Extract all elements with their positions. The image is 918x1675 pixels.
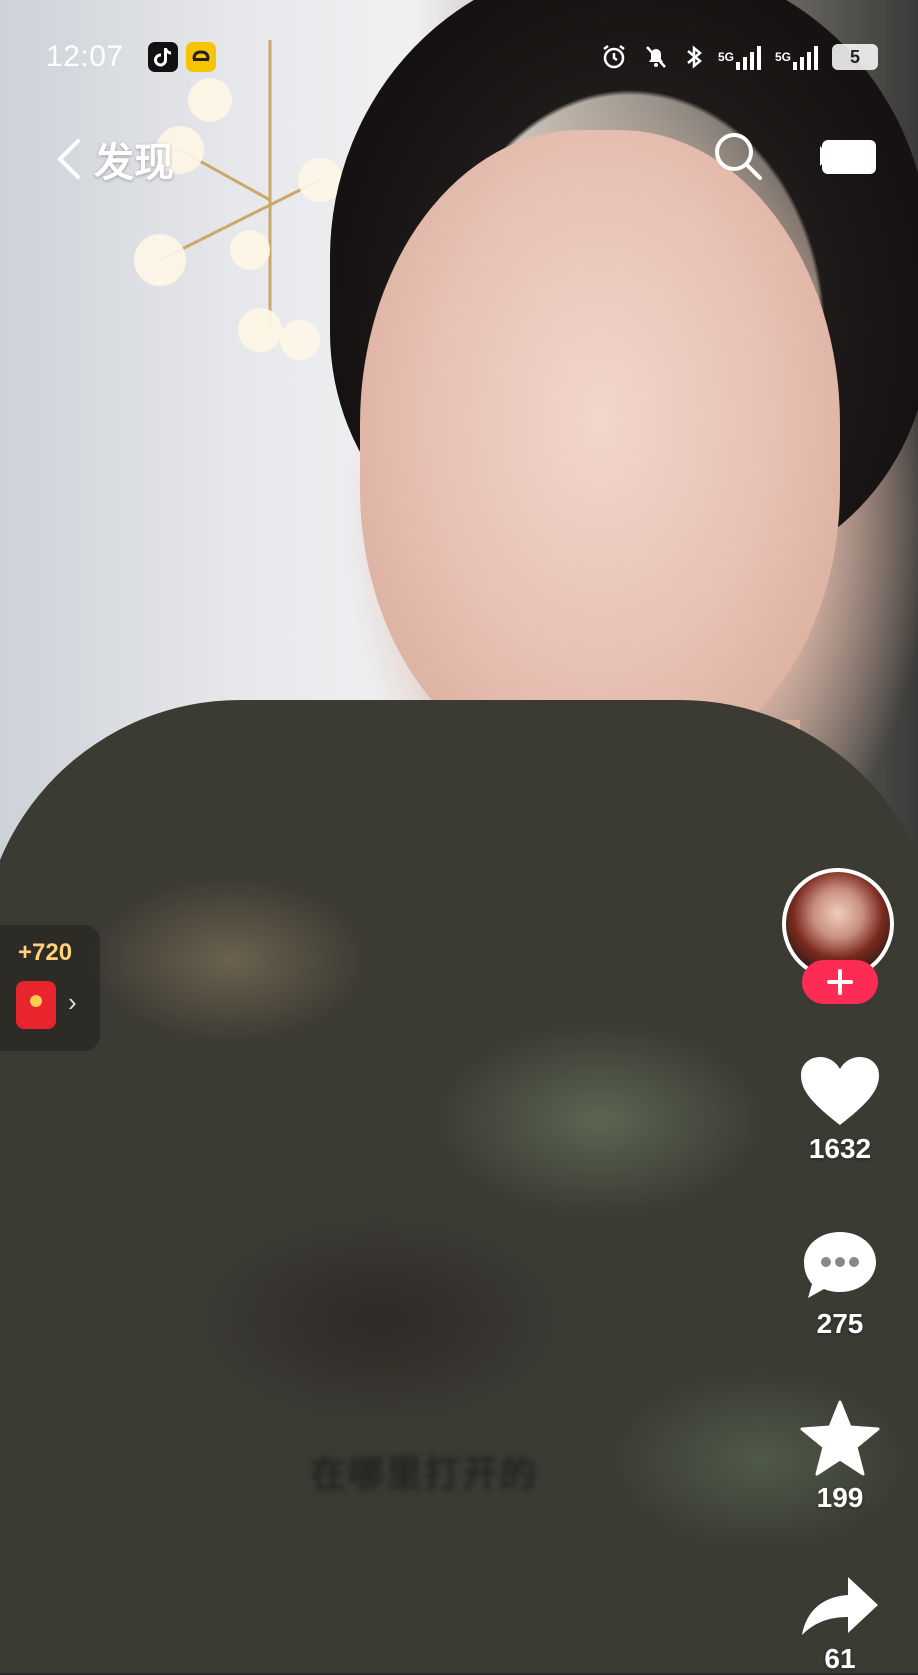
status-time: 12:07 — [46, 40, 124, 73]
creator-avatar[interactable] — [782, 868, 898, 1008]
back-button[interactable]: 发现 — [54, 130, 174, 188]
page-title: 发现 — [94, 141, 174, 185]
comment-count: 275 — [816, 1308, 864, 1339]
signal-icon-1: 5G — [718, 42, 761, 72]
share-count: 61 — [824, 1643, 856, 1674]
signal-icon-2: 5G — [775, 42, 818, 72]
comment-button[interactable]: 275 — [780, 1228, 900, 1340]
like-count: 1632 — [808, 1133, 872, 1164]
favorite-button[interactable]: 199 — [780, 1400, 900, 1514]
person-face — [360, 130, 840, 770]
bluetooth-icon — [684, 42, 704, 72]
like-button[interactable]: 1632 — [780, 1055, 900, 1165]
top-actions — [712, 130, 878, 187]
status-icons: 5G 5G 5 — [600, 42, 878, 72]
plus-icon — [827, 969, 853, 995]
search-icon — [715, 133, 762, 180]
favorite-count: 199 — [816, 1482, 864, 1513]
red-packet-widget[interactable]: +720 › — [0, 925, 100, 1051]
tiktok-app-icon — [148, 42, 178, 72]
red-packet-amount: +720 — [18, 939, 73, 966]
share-arrow-icon — [802, 1577, 878, 1635]
person-shirt — [0, 700, 918, 1673]
network-type-2: 5G — [774, 50, 791, 64]
ride-app-icon — [186, 42, 216, 72]
heart-icon — [801, 1057, 879, 1125]
comment-icon — [804, 1232, 876, 1298]
red-envelope-icon — [16, 981, 56, 1029]
status-bar: 12:07 5G 5G 5 — [0, 0, 918, 110]
star-icon — [800, 1400, 880, 1476]
battery-indicator: 5 — [832, 44, 878, 70]
follow-button[interactable] — [802, 960, 878, 1004]
video-subtitle: 在哪里打开的 — [310, 1453, 539, 1494]
alarm-icon — [600, 42, 628, 72]
mute-icon — [642, 42, 670, 72]
chevron-left-icon — [57, 139, 80, 179]
share-button[interactable]: 61 — [780, 1575, 900, 1675]
search-button[interactable] — [712, 130, 764, 187]
video-camera-icon — [816, 140, 876, 174]
camera-button[interactable] — [816, 136, 878, 181]
chevron-right-icon: › — [68, 987, 77, 1017]
network-type-1: 5G — [717, 50, 734, 64]
